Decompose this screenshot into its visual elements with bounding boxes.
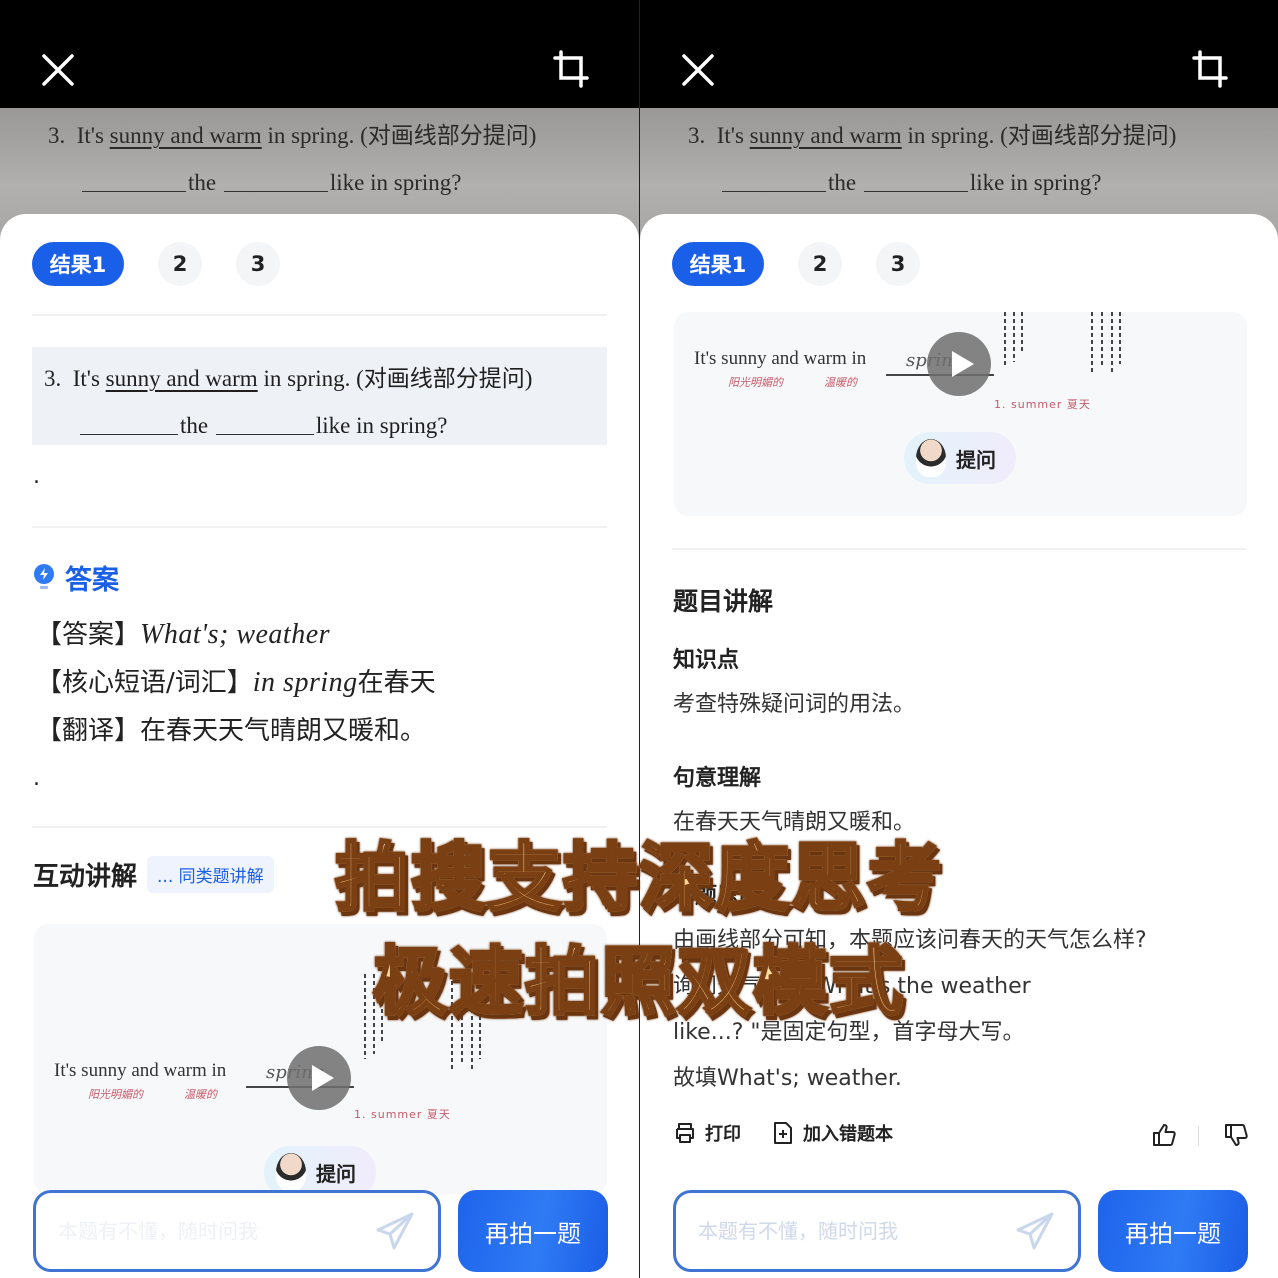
video-sentence: It's sunny and warm in	[694, 348, 867, 369]
video-note: 阳光明媚的	[88, 1088, 143, 1101]
question-line2: the like in spring?	[78, 413, 447, 439]
play-button[interactable]	[927, 332, 991, 396]
video-note: 阳光明媚的	[728, 376, 783, 389]
top-bar	[640, 0, 1278, 110]
add-note-icon	[774, 1122, 792, 1144]
willow-illustration	[1091, 312, 1121, 374]
question-image: 3. It's sunny and warm in spring. (对画线部分…	[32, 347, 607, 445]
answer-header: 答案	[33, 558, 119, 597]
ask-question-button[interactable]: 提问	[904, 432, 1016, 484]
answer-line-translation: 【翻译】在春天天气晴朗又暖和。	[36, 716, 427, 746]
video-note: 温暖的	[824, 376, 857, 389]
tab-result-3[interactable]: 3	[236, 242, 280, 286]
tab-result-1[interactable]: 结果1	[672, 242, 764, 286]
video-lesson[interactable]: It's sunny and warm in spring 阳光明媚的 温暖的 …	[674, 312, 1247, 516]
video-note: 温暖的	[184, 1088, 217, 1101]
divider	[32, 314, 607, 316]
separator-dot: .	[33, 464, 40, 489]
ask-question-button[interactable]: 提问	[264, 1146, 376, 1194]
result-tabs: 结果1 2 3	[32, 242, 280, 286]
explanation-title: 题目讲解	[673, 587, 774, 616]
tab-result-3[interactable]: 3	[876, 242, 920, 286]
teacher-avatar	[916, 439, 946, 477]
result-tabs: 结果1 2 3	[672, 242, 920, 286]
crop-icon[interactable]	[553, 50, 589, 88]
promo-banner-line2: 极速拍照双模式	[0, 922, 1278, 1029]
send-icon[interactable]	[374, 1210, 416, 1252]
send-icon[interactable]	[1014, 1210, 1056, 1252]
answer-line-phrase: 【核心短语/词汇】in spring在春天	[36, 667, 436, 698]
answer-line-answer: 【答案】What's; weather	[36, 619, 331, 650]
video-sentence: It's sunny and warm in	[54, 1060, 227, 1081]
tab-result-2[interactable]: 2	[158, 242, 202, 286]
thumbs-down-icon[interactable]	[1223, 1122, 1249, 1148]
knowledge-text: 考查特殊疑问词的用法。	[673, 692, 916, 717]
lightbulb-icon	[34, 563, 54, 589]
question-line1: 3. It's sunny and warm in spring. (对画线部分…	[44, 366, 533, 391]
right-screen: 3. It's sunny and warm in spring. (对画线部分…	[639, 0, 1278, 1278]
meaning-title: 句意理解	[673, 766, 762, 791]
photo-question-line1: 3. It's sunny and warm in spring. (对画线部分…	[48, 123, 537, 148]
photo-question-line2: the like in spring?	[80, 170, 461, 196]
close-icon[interactable]	[40, 52, 76, 88]
result-sheet: 结果1 2 3 3. It's sunny and warm in spring…	[0, 214, 639, 1278]
play-button[interactable]	[287, 1046, 351, 1110]
separator-dot: .	[33, 766, 40, 791]
tab-result-1[interactable]: 结果1	[32, 242, 124, 286]
print-button[interactable]: 打印	[673, 1120, 741, 1146]
knowledge-title: 知识点	[673, 648, 740, 673]
retake-button[interactable]: 再拍一题	[1098, 1190, 1248, 1272]
result-sheet: 结果1 2 3 It's sunny and warm in spring 阳光…	[640, 214, 1278, 1278]
bottom-bar: 再拍一题	[640, 1190, 1278, 1278]
thumbs-up-icon[interactable]	[1151, 1122, 1177, 1148]
close-icon[interactable]	[680, 52, 716, 88]
crop-icon[interactable]	[1192, 50, 1228, 88]
answer-title: 答案	[65, 565, 119, 596]
retake-button[interactable]: 再拍一题	[458, 1190, 608, 1272]
divider	[32, 526, 607, 528]
photo-question-line1: 3. It's sunny and warm in spring. (对画线部分…	[688, 123, 1177, 148]
video-note: 1. summer 夏天	[994, 398, 1091, 411]
action-row: 打印 加入错题本	[673, 1120, 1249, 1152]
ask-label: 提问	[956, 447, 996, 472]
left-screen: 3. It's sunny and warm in spring. (对画线部分…	[0, 0, 639, 1278]
divider	[1198, 1126, 1199, 1146]
photo-question-line2: the like in spring?	[720, 170, 1101, 196]
video-note: 1. summer 夏天	[354, 1108, 451, 1121]
printer-icon	[676, 1123, 694, 1143]
bottom-bar: 再拍一题	[0, 1190, 639, 1278]
promo-banner-line1: 拍搜支持深度思考	[0, 818, 1278, 925]
teacher-avatar	[276, 1153, 306, 1191]
tab-result-2[interactable]: 2	[798, 242, 842, 286]
willow-illustration	[1004, 312, 1023, 367]
divider	[672, 548, 1246, 550]
add-to-mistakes-button[interactable]: 加入错题本	[771, 1120, 893, 1146]
top-bar	[0, 0, 639, 110]
approach-line: 故填What's; weather.	[673, 1066, 902, 1091]
ask-label: 提问	[316, 1161, 356, 1186]
